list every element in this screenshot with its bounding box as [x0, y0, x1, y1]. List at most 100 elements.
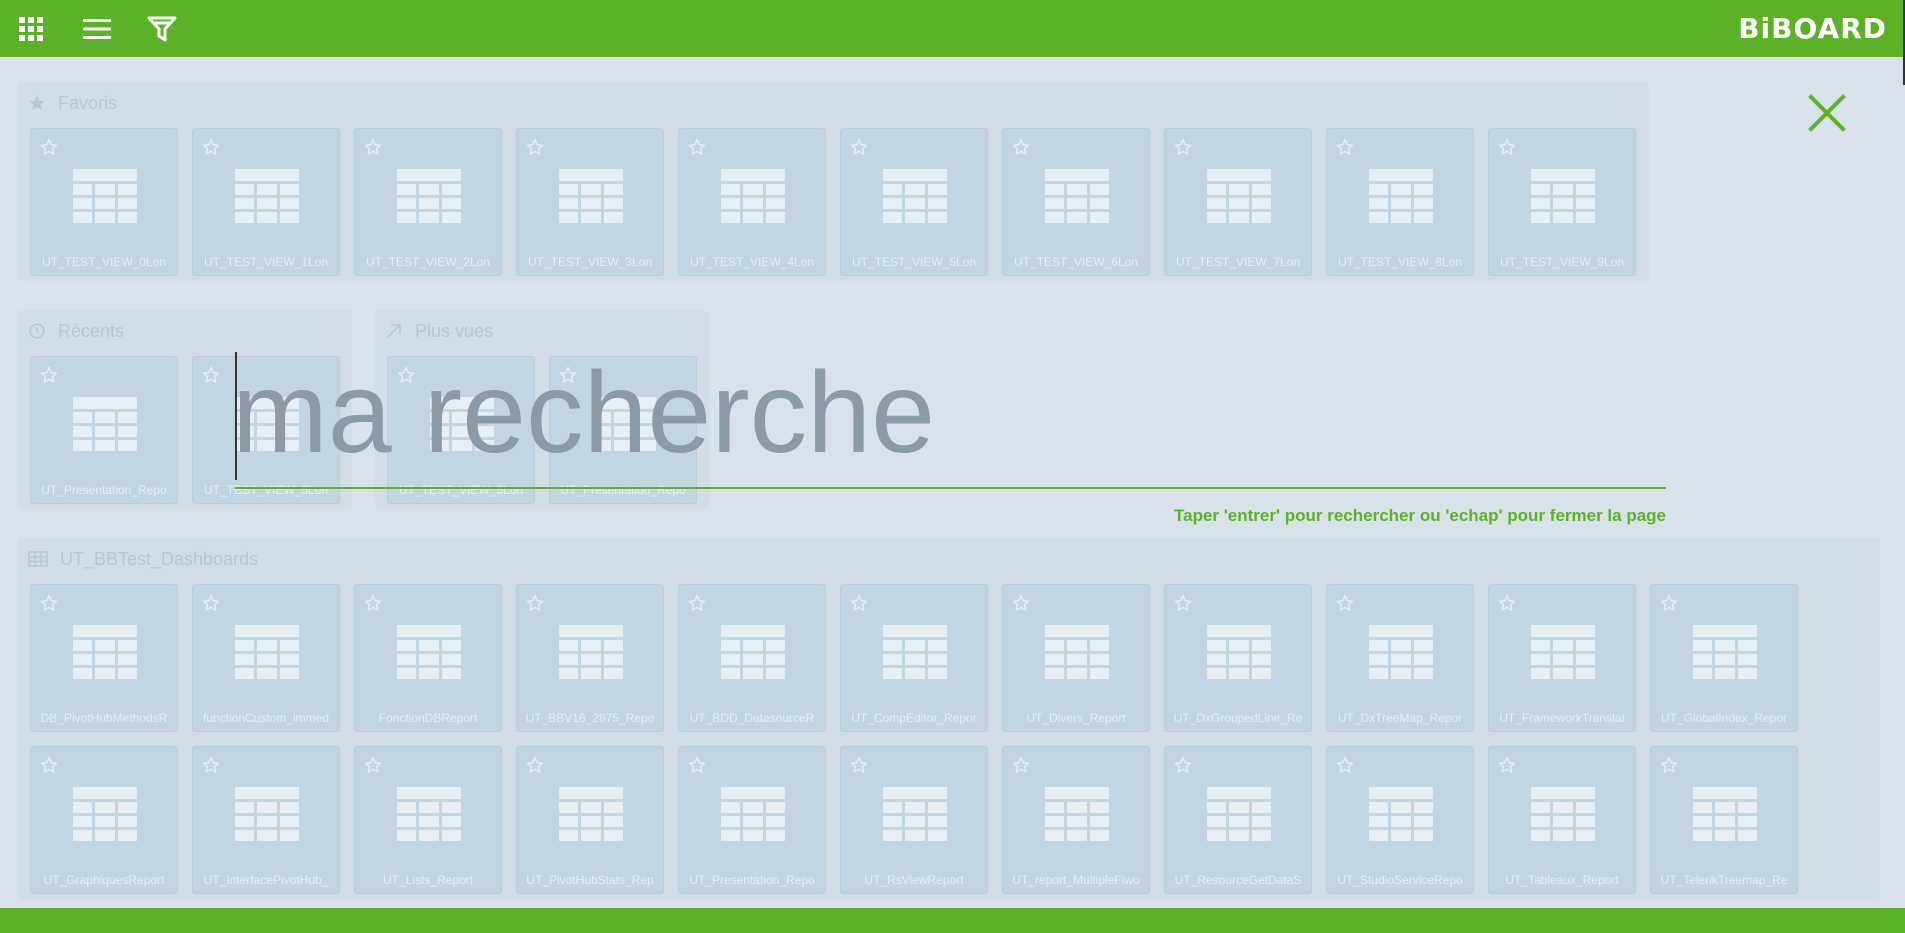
tile-label: UT_Presentation_Repo: [560, 483, 686, 497]
tile-label: UT_InterfacePivotHub_: [203, 873, 329, 887]
table-view-icon: [397, 787, 461, 846]
filter-icon[interactable]: [145, 0, 179, 57]
dashboard-tile[interactable]: UT_TEST_VIEW_8Lon: [1326, 128, 1474, 276]
favorite-star-icon[interactable]: [364, 138, 382, 161]
close-icon[interactable]: [1808, 94, 1846, 137]
dashboard-tile[interactable]: UT_TEST_VIEW_6Lon: [1002, 128, 1150, 276]
dashboard-tile[interactable]: UT_TEST_VIEW_0Lon: [30, 128, 178, 276]
favorite-star-icon[interactable]: [1660, 594, 1678, 617]
dashboard-tile[interactable]: UT_TEST_VIEW_4Lon: [678, 128, 826, 276]
favorite-star-icon[interactable]: [1498, 138, 1516, 161]
table-view-icon: [1207, 169, 1271, 228]
favorite-star-icon[interactable]: [1174, 138, 1192, 161]
favorite-star-icon[interactable]: [202, 366, 220, 389]
dashboard-tile[interactable]: UT_PivotHubStats_Rep: [516, 746, 664, 894]
table-view-icon: [559, 625, 623, 684]
trending-arrow-icon: [387, 324, 401, 338]
tile-label: UT_TEST_VIEW_3Lon: [527, 255, 653, 269]
search-input[interactable]: ma recherche: [232, 348, 935, 478]
dashboard-tile[interactable]: UT_TEST_VIEW_3Lon: [516, 128, 664, 276]
tile-label: UT_Divers_Report: [1026, 711, 1126, 725]
dashboard-tile[interactable]: UT_TEST_VIEW_2Lon: [354, 128, 502, 276]
dashboard-tile[interactable]: UT_DxGroupedLine_Re: [1164, 584, 1312, 732]
favorite-star-icon[interactable]: [40, 138, 58, 161]
hamburger-menu-icon[interactable]: [80, 0, 114, 57]
dashboard-tile[interactable]: UT_GlobalIndex_Repor: [1650, 584, 1798, 732]
table-view-icon: [1693, 787, 1757, 846]
favorite-star-icon[interactable]: [850, 594, 868, 617]
favorite-star-icon[interactable]: [526, 756, 544, 779]
favorite-star-icon[interactable]: [364, 594, 382, 617]
dashboard-tile[interactable]: UT_Lists_Report: [354, 746, 502, 894]
favorite-star-icon[interactable]: [688, 756, 706, 779]
table-view-icon: [397, 169, 461, 228]
favorite-star-icon[interactable]: [688, 594, 706, 617]
favorite-star-icon[interactable]: [1174, 756, 1192, 779]
tile-label: UT_TEST_VIEW_9Lon: [1499, 255, 1625, 269]
favorite-star-icon[interactable]: [202, 756, 220, 779]
tile-label: UT_Tableaux_Report: [1505, 873, 1619, 887]
favorite-star-icon[interactable]: [850, 138, 868, 161]
favorite-star-icon[interactable]: [1012, 594, 1030, 617]
table-view-icon: [559, 169, 623, 228]
favorite-star-icon[interactable]: [1012, 138, 1030, 161]
dashboard-tile[interactable]: UT_TEST_VIEW_9Lon: [1488, 128, 1636, 276]
table-view-icon: [235, 787, 299, 846]
dashboard-tile[interactable]: UT_ResourceGetDataS: [1164, 746, 1312, 894]
favorite-star-icon[interactable]: [688, 138, 706, 161]
star-icon: [29, 95, 45, 111]
dashboard-tile[interactable]: UT_Presentation_Repo: [30, 356, 178, 504]
dashboard-tile[interactable]: UT_BBV16_2875_Repo: [516, 584, 664, 732]
dashboard-tile[interactable]: UT_TEST_VIEW_7Lon: [1164, 128, 1312, 276]
dashboard-tile[interactable]: UT_InterfacePivotHub_: [192, 746, 340, 894]
dashboard-tile[interactable]: FonctionDBReport: [354, 584, 502, 732]
table-view-icon: [235, 169, 299, 228]
dashboard-tile[interactable]: UT_Tableaux_Report: [1488, 746, 1636, 894]
text-caret: [235, 352, 237, 480]
dashboard-tile[interactable]: UT_DxTreeMap_Repor: [1326, 584, 1474, 732]
tile-label: UT_TEST_VIEW_7Lon: [1175, 255, 1301, 269]
favorite-star-icon[interactable]: [850, 756, 868, 779]
dashboard-tile[interactable]: UT_GraphiquesReport: [30, 746, 178, 894]
dashboard-tile[interactable]: UT_BDD_DatasourceR: [678, 584, 826, 732]
favorite-star-icon[interactable]: [202, 138, 220, 161]
tile-label: DB_PivotHubMethodsR: [40, 711, 168, 725]
dashboard-tile[interactable]: UT_TEST_VIEW_5Lon: [840, 128, 988, 276]
dashboard-tile[interactable]: UT_TelerikTreemap_Re: [1650, 746, 1798, 894]
favorite-star-icon[interactable]: [526, 138, 544, 161]
apps-grid-icon[interactable]: [14, 0, 48, 57]
favorite-star-icon[interactable]: [1336, 138, 1354, 161]
dashboard-tile[interactable]: UT_Presentation_Repo: [678, 746, 826, 894]
dashboard-tile[interactable]: UT_FrameworkTranslat: [1488, 584, 1636, 732]
dashboard-tile[interactable]: UT_report_MultipleFiwo: [1002, 746, 1150, 894]
dashboard-tile[interactable]: DB_PivotHubMethodsR: [30, 584, 178, 732]
dashboard-tile[interactable]: UT_Divers_Report: [1002, 584, 1150, 732]
favorite-star-icon[interactable]: [1174, 594, 1192, 617]
favorite-star-icon[interactable]: [40, 366, 58, 389]
table-view-icon: [1207, 625, 1271, 684]
favorite-star-icon[interactable]: [364, 756, 382, 779]
favorite-star-icon[interactable]: [1660, 756, 1678, 779]
favorite-star-icon[interactable]: [1498, 756, 1516, 779]
favorite-star-icon[interactable]: [1012, 756, 1030, 779]
table-view-icon: [721, 169, 785, 228]
tile-label: UT_report_MultipleFiwo: [1012, 873, 1140, 887]
favorite-star-icon[interactable]: [202, 594, 220, 617]
favorite-star-icon[interactable]: [1336, 594, 1354, 617]
tile-label: UT_RsViewReport: [864, 873, 964, 887]
dashboard-tile[interactable]: UT_RsViewReport: [840, 746, 988, 894]
favorite-star-icon[interactable]: [1498, 594, 1516, 617]
favorite-star-icon[interactable]: [40, 756, 58, 779]
dashboard-tile[interactable]: functionCustom_immed: [192, 584, 340, 732]
search-hint: Taper 'entrer' pour rechercher ou 'echap…: [1174, 506, 1666, 525]
dashboard-tile[interactable]: UT_TEST_VIEW_1Lon: [192, 128, 340, 276]
tile-label: UT_ResourceGetDataS: [1174, 873, 1302, 887]
tile-label: UT_Presentation_Repo: [41, 483, 167, 497]
favorite-star-icon[interactable]: [526, 594, 544, 617]
tile-label: UT_Presentation_Repo: [689, 873, 815, 887]
dashboard-tile[interactable]: UT_CompEditor_Repor: [840, 584, 988, 732]
table-view-icon: [73, 787, 137, 846]
favorite-star-icon[interactable]: [1336, 756, 1354, 779]
dashboard-tile[interactable]: UT_StudioServiceRepo: [1326, 746, 1474, 894]
favorite-star-icon[interactable]: [40, 594, 58, 617]
